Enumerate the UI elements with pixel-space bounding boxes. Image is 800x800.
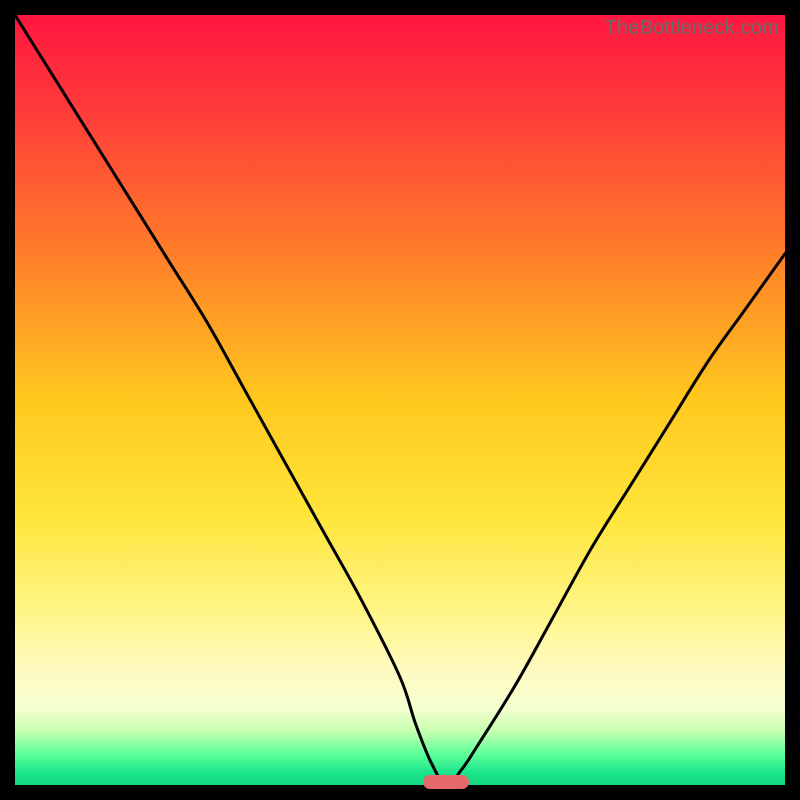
gradient-background <box>15 15 785 785</box>
bottleneck-plot <box>15 15 785 785</box>
notch-marker <box>423 775 469 789</box>
chart-frame: TheBottleneck.com <box>15 15 785 785</box>
watermark-label: TheBottleneck.com <box>604 17 779 40</box>
